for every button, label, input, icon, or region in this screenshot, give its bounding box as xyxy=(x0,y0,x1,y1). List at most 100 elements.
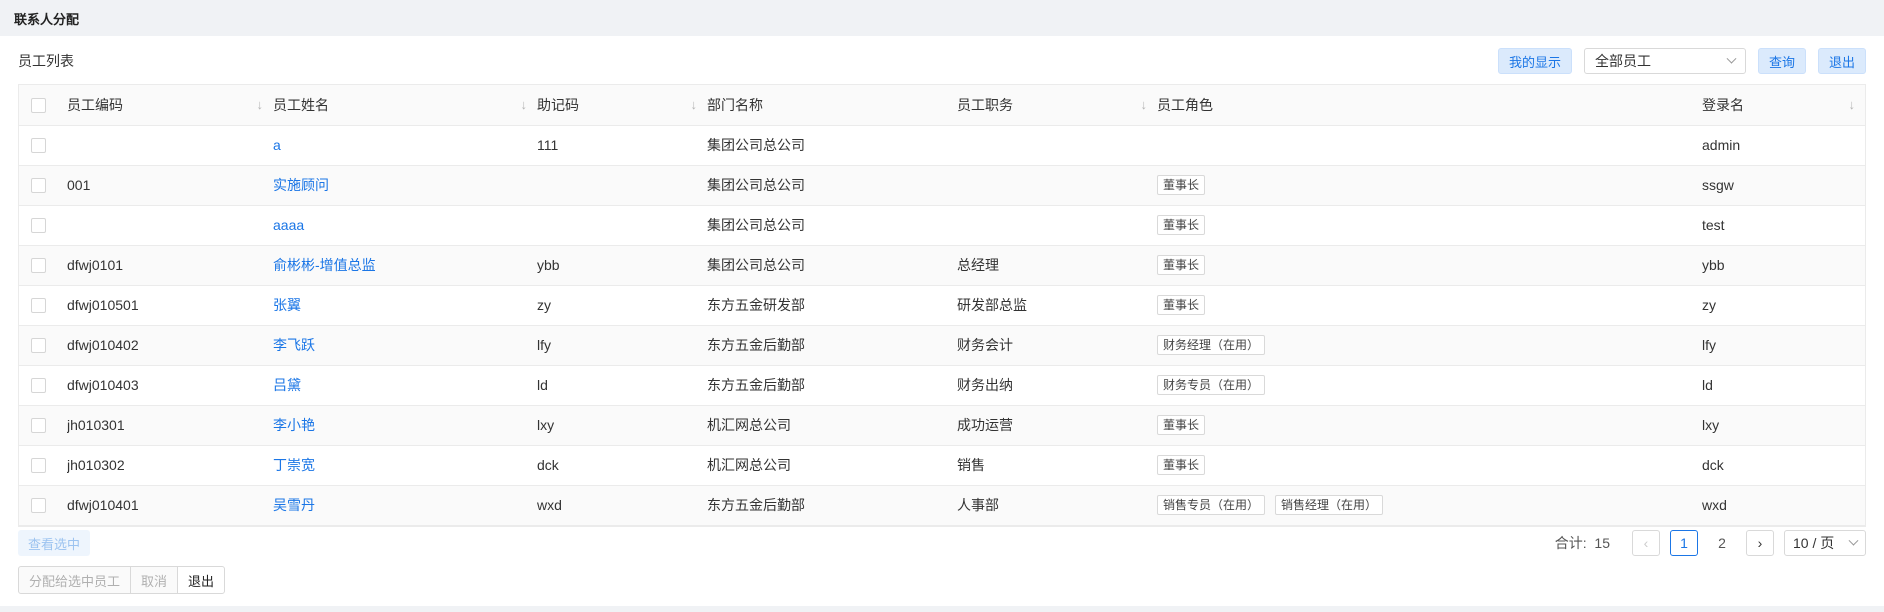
row-select-cell xyxy=(19,245,67,285)
table-row[interactable]: dfwj010401 吴雪丹 wxd 东方五金后勤部 人事部 销售专员（在用） 销售经理（在… xyxy=(19,485,1865,525)
cell-name-link[interactable]: 李小艳 xyxy=(273,405,537,445)
table-row[interactable]: jh010302 丁崇宽 dck 机汇网总公司 销售 董事长 dck xyxy=(19,445,1865,485)
select-all-checkbox[interactable] xyxy=(31,98,46,114)
column-header-name[interactable]: 员工姓名 ↓ xyxy=(273,85,537,125)
table-row[interactable]: 001 实施顾问 集团公司总公司 董事长 ssgw xyxy=(19,165,1865,205)
my-display-button[interactable]: 我的显示 xyxy=(1497,48,1572,74)
cell-title: 人事部 xyxy=(957,497,999,513)
cell-roles: 董事长 xyxy=(1157,405,1702,445)
table-row[interactable]: jh010301 李小艳 lxy 机汇网总公司 成功运营 董事长 lxy xyxy=(19,405,1865,445)
cell-name-link[interactable]: 李飞跃 xyxy=(273,325,537,365)
role-tag: 董事长 xyxy=(1157,215,1206,235)
row-select-cell xyxy=(19,365,67,405)
cell-roles: 董事长 xyxy=(1157,205,1702,245)
cell-mnemonic: lxy xyxy=(537,417,555,433)
cell-dept: 集团公司总公司 xyxy=(707,257,805,273)
cell-name-link[interactable]: aaaa xyxy=(273,205,537,245)
column-header-role[interactable]: 员工角色 xyxy=(1157,85,1702,125)
column-header-mnemonic[interactable]: 助记码 ↓ xyxy=(537,85,707,125)
row-checkbox[interactable] xyxy=(31,218,46,234)
total-count: 合计: 15 xyxy=(1554,535,1610,551)
table-row[interactable]: dfwj010501 张翼 zy 东方五金研发部 研发部总监 董事长 zy xyxy=(19,285,1865,325)
role-tag: 销售经理（在用） xyxy=(1275,495,1384,515)
row-checkbox[interactable] xyxy=(31,258,46,274)
row-checkbox[interactable] xyxy=(31,138,46,154)
role-tag: 董事长 xyxy=(1157,175,1206,195)
row-checkbox[interactable] xyxy=(31,178,46,194)
query-button[interactable]: 查询 xyxy=(1757,48,1806,74)
sort-arrow-icon[interactable]: ↓ xyxy=(257,97,264,112)
next-page-button[interactable]: › xyxy=(1746,530,1774,556)
assign-actions: 分配给选中员工 取消 退出 xyxy=(18,566,226,594)
table-row[interactable]: dfwj0101 俞彬彬-增值总监 ybb 集团公司总公司 总经理 董事长 ybb xyxy=(19,245,1865,285)
cell-dept: 集团公司总公司 xyxy=(707,177,805,193)
cell-dept: 集团公司总公司 xyxy=(707,217,805,233)
employee-panel: 员工列表 我的显示 全部员工 查询 退出 员工编码 ↓ 员工姓名 ↓ 助记码 ↓ 部门… xyxy=(0,36,1884,606)
cell-name-link[interactable]: 吴雪丹 xyxy=(273,485,537,525)
cell-code: jh010302 xyxy=(67,457,125,473)
cell-mnemonic: zy xyxy=(537,297,551,313)
column-header-title[interactable]: 员工职务 ↓ xyxy=(957,85,1157,125)
cell-code: dfwj010403 xyxy=(67,377,139,393)
sort-arrow-icon[interactable]: ↓ xyxy=(691,97,698,112)
assign-selected-button[interactable]: 分配给选中员工 xyxy=(18,566,132,594)
cell-login: admin xyxy=(1702,137,1741,153)
table-row[interactable]: dfwj010403 吕黛 ld 东方五金后勤部 财务出纳 财务专员（在用） ld xyxy=(19,365,1865,405)
row-checkbox[interactable] xyxy=(31,298,46,314)
select-all-cell xyxy=(19,85,67,125)
sort-arrow-icon[interactable]: ↓ xyxy=(521,97,528,112)
row-checkbox[interactable] xyxy=(31,338,46,354)
row-checkbox[interactable] xyxy=(31,378,46,394)
row-select-cell xyxy=(19,165,67,205)
cell-roles: 销售专员（在用） 销售经理（在用） xyxy=(1157,485,1702,525)
column-header-code[interactable]: 员工编码 ↓ xyxy=(67,85,273,125)
row-select-cell xyxy=(19,445,67,485)
pagination: 合计: 15 ‹ 1 2 › 10 / 页 xyxy=(1555,530,1866,556)
column-header-dept[interactable]: 部门名称 xyxy=(707,85,957,125)
cell-title xyxy=(957,205,1157,245)
row-checkbox[interactable] xyxy=(31,418,46,434)
cell-code: dfwj0101 xyxy=(67,257,124,273)
cell-name-link[interactable]: a xyxy=(273,125,537,165)
role-tag: 董事长 xyxy=(1157,255,1206,275)
cell-roles: 财务专员（在用） xyxy=(1157,365,1702,405)
cell-name-link[interactable]: 丁崇宽 xyxy=(273,445,537,485)
cell-title: 财务出纳 xyxy=(957,377,1013,393)
cell-title: 成功运营 xyxy=(957,417,1013,433)
sort-arrow-icon[interactable]: ↓ xyxy=(1849,97,1856,112)
view-selected-button[interactable]: 查看选中 xyxy=(18,530,91,556)
page-size-select[interactable]: 10 / 页 xyxy=(1784,530,1866,556)
cell-code: dfwj010401 xyxy=(67,497,139,513)
chevron-down-icon xyxy=(1848,535,1859,546)
prev-page-button[interactable]: ‹ xyxy=(1632,530,1660,556)
cell-name-link[interactable]: 张翼 xyxy=(273,285,537,325)
row-checkbox[interactable] xyxy=(31,498,46,514)
cell-login: lxy xyxy=(1702,417,1720,433)
cell-login: ld xyxy=(1702,377,1713,393)
table-row[interactable]: dfwj010402 李飞跃 lfy 东方五金后勤部 财务会计 财务经理（在用） lfy xyxy=(19,325,1865,365)
exit-button[interactable]: 退出 xyxy=(1817,48,1866,74)
cell-name-link[interactable]: 实施顾问 xyxy=(273,165,537,205)
column-header-login[interactable]: 登录名 ↓ xyxy=(1702,85,1865,125)
chevron-down-icon xyxy=(1726,53,1737,64)
table-row[interactable]: a 111 集团公司总公司 admin xyxy=(19,125,1865,165)
cancel-button[interactable]: 取消 xyxy=(130,566,179,594)
employee-filter-select[interactable]: 全部员工 xyxy=(1583,48,1746,74)
cell-title: 总经理 xyxy=(957,257,999,273)
cell-mnemonic: ybb xyxy=(537,257,560,273)
cell-code xyxy=(67,125,273,165)
exit-assign-button[interactable]: 退出 xyxy=(177,566,226,594)
cell-title xyxy=(957,125,1157,165)
page-button-1[interactable]: 1 xyxy=(1670,530,1698,556)
cell-name-link[interactable]: 吕黛 xyxy=(273,365,537,405)
table-row[interactable]: aaaa 集团公司总公司 董事长 test xyxy=(19,205,1865,245)
cell-title xyxy=(957,165,1157,205)
page-button-2[interactable]: 2 xyxy=(1708,530,1736,556)
cell-name-link[interactable]: 俞彬彬-增值总监 xyxy=(273,245,537,285)
cell-dept: 东方五金后勤部 xyxy=(707,377,805,393)
sort-arrow-icon[interactable]: ↓ xyxy=(1141,97,1148,112)
employee-table: 员工编码 ↓ 员工姓名 ↓ 助记码 ↓ 部门名称 员工职务 ↓ 员工角色 登录名 ↓ a1… xyxy=(18,84,1866,527)
row-checkbox[interactable] xyxy=(31,458,46,474)
row-select-cell xyxy=(19,325,67,365)
row-select-cell xyxy=(19,205,67,245)
